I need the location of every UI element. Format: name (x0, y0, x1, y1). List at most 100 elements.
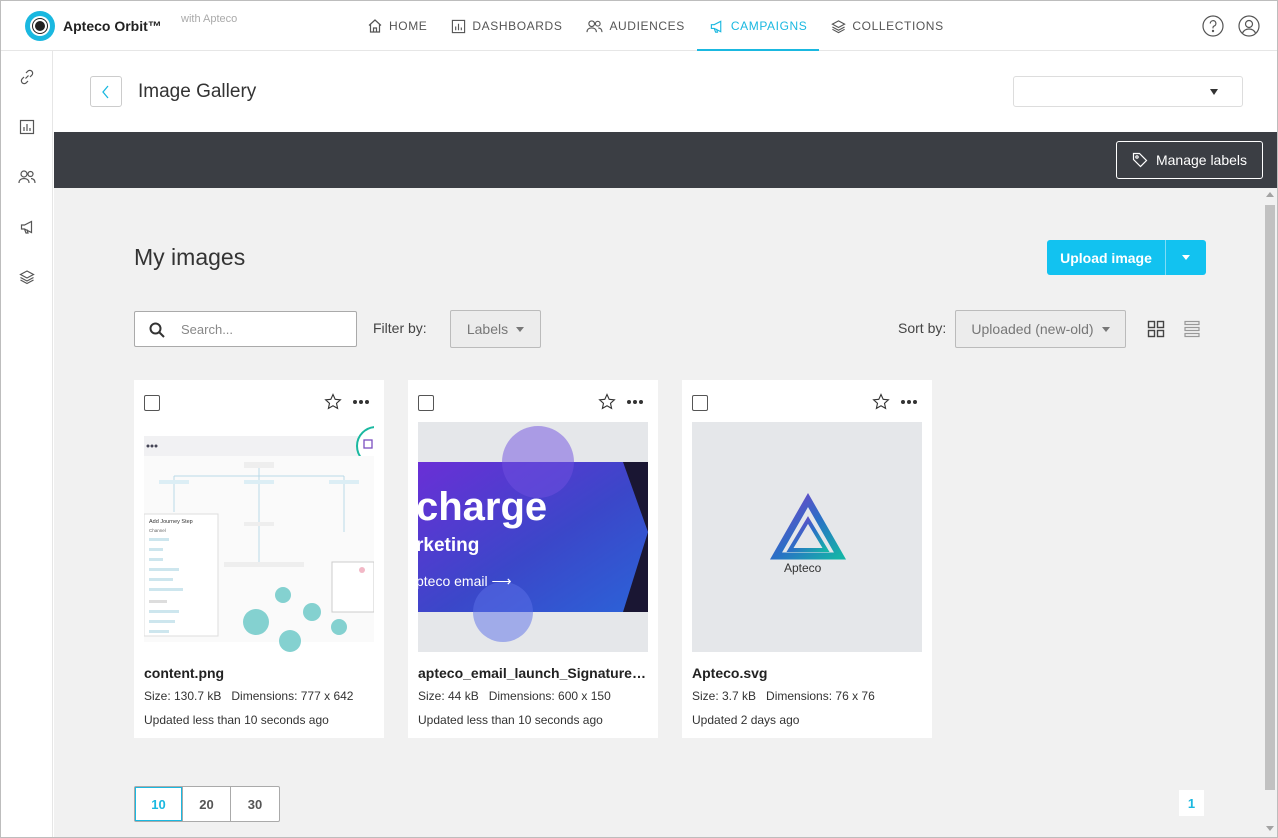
apteco-logo-graphic: Apteco (769, 492, 847, 575)
nav-audiences[interactable]: AUDIENCES (574, 1, 696, 51)
left-rail (1, 51, 53, 837)
image-card[interactable]: Apteco Apteco.svg Size: 3.7 kB Dimensions… (682, 380, 932, 738)
scroll-thumb[interactable] (1265, 205, 1275, 790)
gallery-toolbar: Manage labels (54, 132, 1277, 188)
rail-collections-icon[interactable] (17, 267, 37, 287)
nav-home-label: HOME (389, 19, 428, 33)
scroll-down-arrow-icon[interactable] (1266, 826, 1274, 831)
image-dimensions: Dimensions: 777 x 642 (231, 689, 354, 703)
image-thumbnail: charge rketing pteco email ⟶ (418, 422, 648, 652)
content-preview-graphic: Add Journey Step Channel (144, 426, 374, 652)
select-checkbox[interactable] (692, 395, 708, 411)
search-input[interactable] (181, 320, 341, 338)
image-size: Size: 44 kB (418, 689, 479, 703)
page-size-30[interactable]: 30 (231, 787, 279, 821)
nav-campaigns[interactable]: CAMPAIGNS (696, 1, 820, 51)
more-options-icon[interactable] (901, 400, 917, 404)
gallery-content: My images Upload image Filter by: Labels… (54, 188, 1263, 837)
page-size-10[interactable]: 10 (135, 787, 183, 821)
image-meta: Size: 3.7 kB Dimensions: 76 x 76 (692, 689, 875, 703)
panel-subtitle-text: Channel (149, 528, 166, 533)
sort-label: Sort by: (898, 320, 947, 336)
help-icon[interactable] (1201, 14, 1225, 38)
email-banner-graphic: charge rketing pteco email ⟶ (418, 426, 648, 642)
banner-subline: rketing (418, 535, 479, 556)
list-view-icon[interactable] (1183, 320, 1201, 338)
star-icon[interactable] (872, 393, 890, 411)
scroll-up-arrow-icon[interactable] (1266, 192, 1274, 197)
search-icon (149, 322, 165, 338)
caret-down-icon (1210, 89, 1218, 95)
star-icon[interactable] (324, 393, 342, 411)
top-bar: Apteco Orbit™ with Apteco HOME DASHBOARD… (1, 1, 1277, 51)
page-size-20[interactable]: 20 (183, 787, 231, 821)
filter-label: Filter by: (373, 320, 427, 336)
labels-filter-label: Labels (466, 321, 509, 337)
more-options-icon[interactable] (353, 400, 369, 404)
upload-image-button[interactable]: Upload image (1047, 240, 1165, 275)
select-checkbox[interactable] (418, 395, 434, 411)
manage-labels-button[interactable]: Manage labels (1116, 141, 1263, 179)
image-updated: Updated less than 10 seconds ago (144, 713, 329, 727)
nav-dashboards-label: DASHBOARDS (472, 19, 563, 33)
image-card[interactable]: Add Journey Step Channel content.png Siz… (134, 380, 384, 738)
rail-audiences-icon[interactable] (17, 167, 37, 187)
page-number-current[interactable]: 1 (1179, 790, 1204, 816)
image-name: apteco_email_launch_Signature_4.jpg (418, 665, 650, 681)
chevron-left-icon (102, 85, 109, 98)
banner-headline: charge (418, 485, 547, 529)
section-title: My images (134, 244, 246, 270)
image-name: Apteco.svg (692, 665, 768, 681)
manage-labels-label: Manage labels (1155, 152, 1248, 168)
select-checkbox[interactable] (144, 395, 160, 411)
panel-title-text: Add Journey Step (149, 519, 193, 525)
labels-filter-dropdown[interactable]: Labels (450, 310, 541, 348)
app-logo[interactable]: Apteco Orbit™ (25, 11, 162, 41)
user-account-icon[interactable] (1237, 14, 1261, 38)
caret-down-icon (1182, 255, 1190, 260)
image-updated: Updated less than 10 seconds ago (418, 713, 603, 727)
star-icon[interactable] (598, 393, 616, 411)
page-title: Image Gallery (138, 81, 257, 102)
page-header: Image Gallery (54, 51, 1277, 132)
more-options-icon[interactable] (627, 400, 643, 404)
image-size: Size: 130.7 kB (144, 689, 222, 703)
rail-campaigns-icon[interactable] (17, 217, 37, 237)
rail-link-icon[interactable] (17, 67, 37, 87)
image-card[interactable]: charge rketing pteco email ⟶ apteco_emai… (408, 380, 658, 738)
image-size: Size: 3.7 kB (692, 689, 757, 703)
search-box (134, 311, 357, 347)
nav-collections[interactable]: COLLECTIONS (819, 1, 955, 51)
home-icon (368, 19, 382, 33)
nav-audiences-label: AUDIENCES (609, 19, 685, 33)
image-meta: Size: 44 kB Dimensions: 600 x 150 (418, 689, 611, 703)
megaphone-icon (710, 19, 722, 33)
nav-home[interactable]: HOME (355, 1, 439, 51)
nav-dashboards[interactable]: DASHBOARDS (439, 1, 574, 51)
with-apteco-label: with Apteco (181, 13, 238, 25)
back-button[interactable] (90, 76, 122, 107)
top-right-actions (1201, 14, 1261, 38)
tag-icon (1132, 152, 1148, 168)
scrollbar[interactable] (1263, 188, 1277, 837)
orbit-logo-icon (25, 11, 55, 41)
image-meta: Size: 130.7 kB Dimensions: 777 x 642 (144, 689, 353, 703)
page-size-selector: 10 20 30 (134, 786, 280, 822)
logo-caption: Apteco (784, 561, 822, 575)
bar-chart-icon (452, 19, 466, 33)
upload-options-button[interactable] (1165, 240, 1206, 275)
upload-button-group: Upload image (1047, 240, 1206, 275)
sort-value: Uploaded (new-old) (971, 321, 1094, 337)
caret-down-icon (1101, 326, 1110, 332)
sort-dropdown[interactable]: Uploaded (new-old) (955, 310, 1126, 348)
image-thumbnail: Apteco (692, 422, 922, 652)
rail-dashboards-icon[interactable] (17, 117, 37, 137)
image-dimensions: Dimensions: 76 x 76 (766, 689, 875, 703)
caret-down-icon (516, 326, 525, 332)
grid-view-icon[interactable] (1147, 320, 1165, 338)
nav-collections-label: COLLECTIONS (852, 19, 944, 33)
main-nav: HOME DASHBOARDS AUDIENCES CAMPAIGNS COLL… (355, 1, 956, 51)
image-dimensions: Dimensions: 600 x 150 (488, 689, 611, 703)
brand-name: Apteco Orbit™ (63, 18, 162, 34)
header-dropdown[interactable] (1013, 76, 1243, 107)
